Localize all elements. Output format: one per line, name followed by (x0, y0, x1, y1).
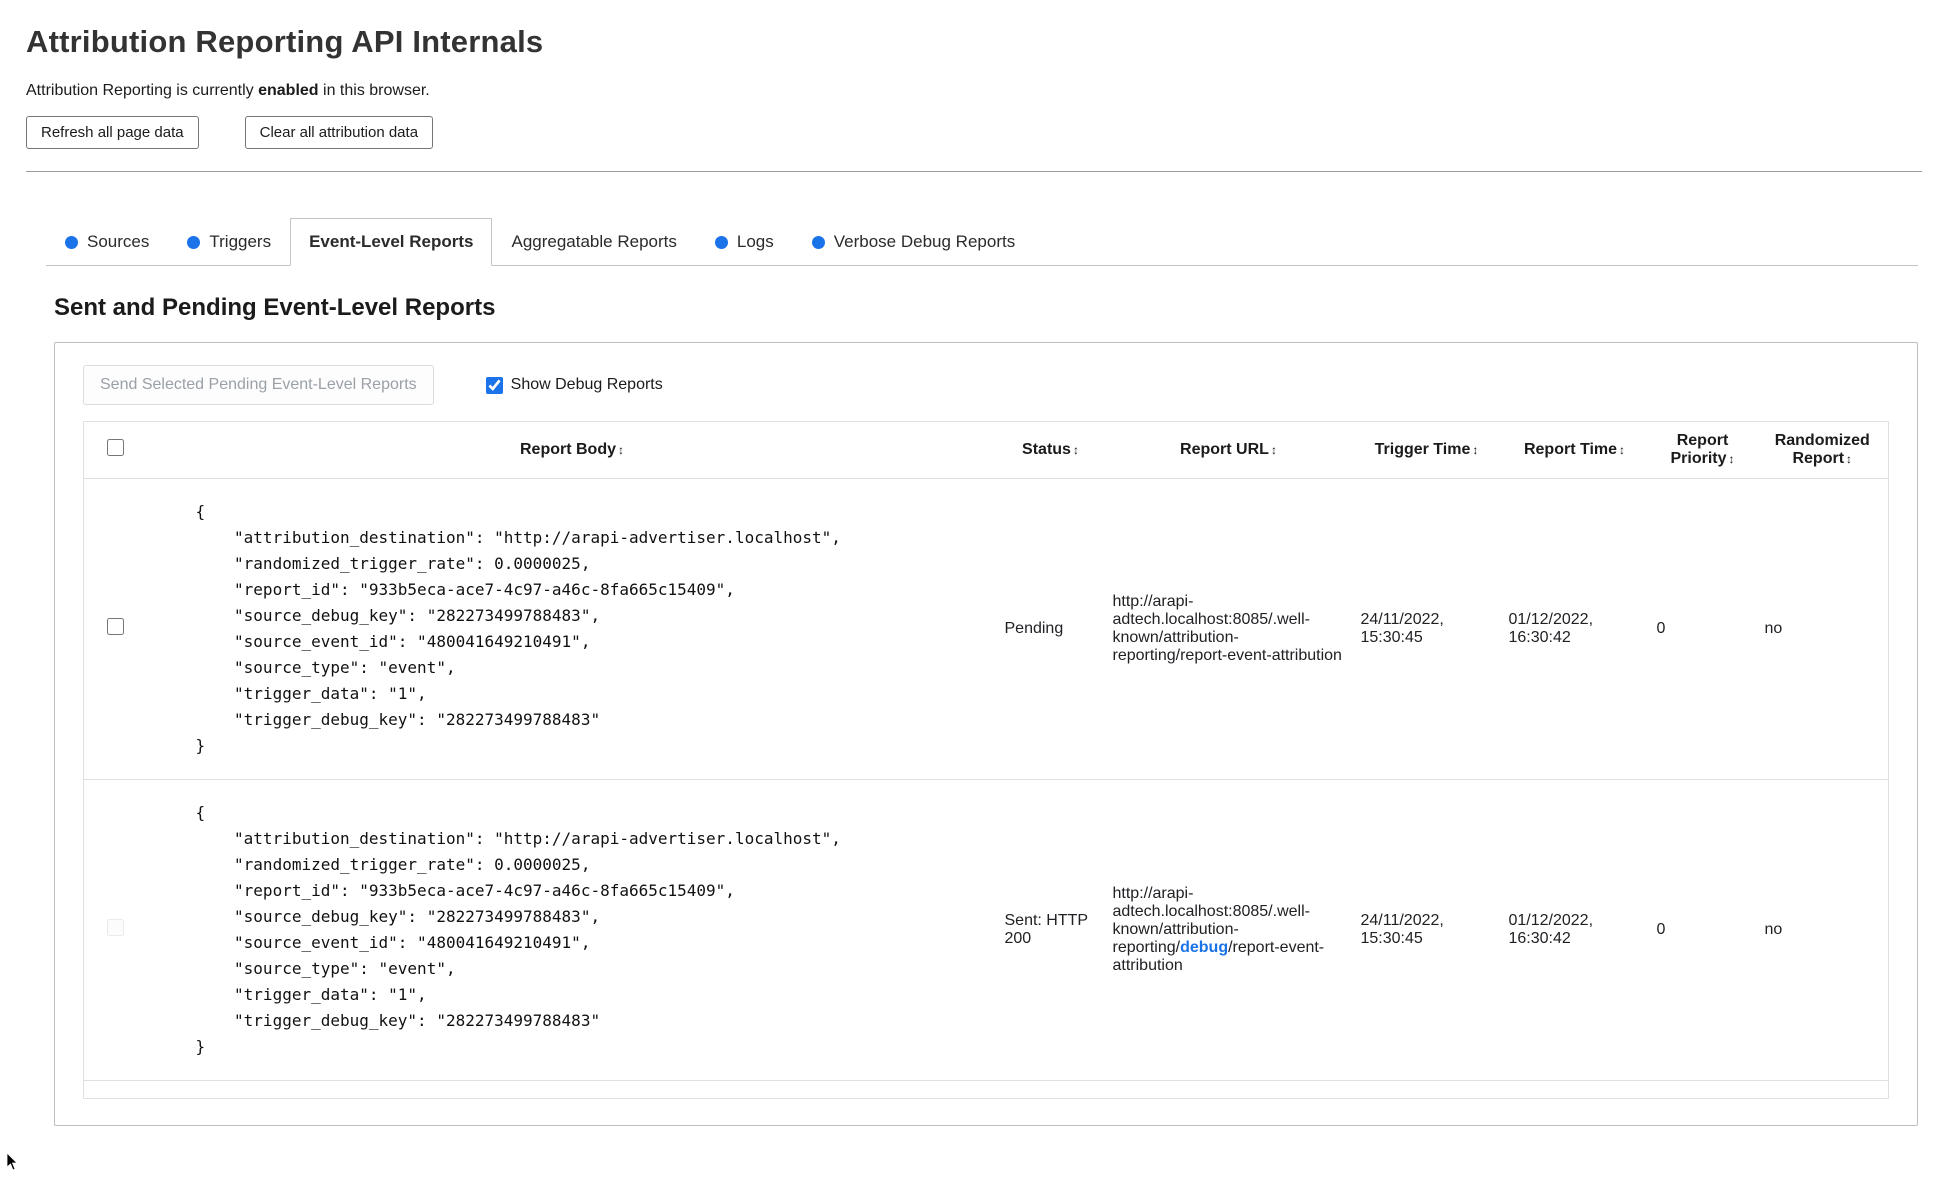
sort-icon: ↕ (1619, 443, 1626, 457)
tab-event-level-reports-label: Event-Level Reports (309, 232, 474, 251)
status-suffix: in this browser. (318, 82, 430, 99)
attribution-internals-page: Attribution Reporting API Internals Attr… (0, 0, 1948, 1126)
randomized-report: no (1756, 478, 1889, 780)
table-footer-spacer (83, 1080, 1889, 1099)
report-time: 01/12/2022, 16:30:42 (1500, 779, 1649, 1081)
tab-triggers[interactable]: Triggers (168, 218, 290, 266)
report-status: Pending (996, 478, 1105, 780)
tab-logs[interactable]: Logs (696, 218, 793, 266)
triggers-status-dot-icon (187, 235, 201, 249)
tab-verbose-debug-reports-label: Verbose Debug Reports (833, 232, 1016, 251)
mouse-cursor-icon (6, 1152, 18, 1171)
row-select-checkbox-disabled (107, 919, 125, 936)
report-controls: Send Selected Pending Event-Level Report… (83, 365, 1889, 405)
page-title: Attribution Reporting API Internals (26, 24, 544, 59)
status-text: Attribution Reporting is currently enabl… (26, 82, 1922, 100)
tab-sources[interactable]: Sources (46, 218, 168, 266)
verbose-status-dot-icon (811, 235, 825, 249)
row-select-cell (83, 478, 148, 780)
col-header-report-time[interactable]: Report Time ↕ (1501, 422, 1649, 479)
debug-link[interactable]: debug (1180, 939, 1228, 956)
report-body-cell: { "attribution_destination": "http://ara… (147, 478, 997, 780)
report-body-json: { "attribution_destination": "http://ara… (195, 502, 841, 755)
send-selected-button[interactable]: Send Selected Pending Event-Level Report… (83, 365, 434, 405)
table-header-row: Report Body ↕ Status ↕ Report URL ↕ Trigger… (84, 422, 1889, 479)
sort-icon: ↕ (1846, 452, 1853, 466)
report-priority: 0 (1648, 779, 1757, 1081)
randomized-report: no (1756, 779, 1889, 1081)
col-label-report-body: Report Body (520, 441, 616, 458)
status-enabled: enabled (258, 82, 319, 99)
sort-icon: ↕ (1072, 443, 1079, 457)
select-all-checkbox[interactable] (107, 439, 125, 456)
tab-strip: Sources Triggers Event-Level Reports Agg… (46, 218, 1918, 266)
tab-event-level-reports[interactable]: Event-Level Reports (290, 218, 493, 266)
sort-icon: ↕ (1270, 443, 1277, 457)
sources-status-dot-icon (65, 235, 78, 249)
sort-icon: ↕ (1728, 452, 1735, 466)
report-row-pending: { "attribution_destination": "http://ara… (83, 478, 1889, 780)
row-select-cell (83, 779, 148, 1081)
col-label-report-time: Report Time (1523, 441, 1618, 458)
show-debug-checkbox[interactable] (485, 376, 503, 394)
report-priority: 0 (1648, 478, 1757, 780)
tab-aggregatable-reports[interactable]: Aggregatable Reports (492, 218, 695, 266)
show-debug-control[interactable]: Show Debug Reports (485, 376, 663, 394)
tab-triggers-label: Triggers (209, 232, 272, 251)
report-url: http://arapi-adtech.localhost:8085/.well… (1104, 478, 1353, 780)
report-body-cell: { "attribution_destination": "http://ara… (147, 779, 997, 1081)
logs-status-dot-icon (714, 235, 728, 249)
reports-panel: Send Selected Pending Event-Level Report… (54, 342, 1918, 1126)
report-time: 01/12/2022, 16:30:42 (1500, 478, 1649, 780)
report-url-text: http://arapi-adtech.localhost:8085/.well… (1112, 593, 1342, 664)
report-url: http://arapi-adtech.localhost:8085/.well… (1104, 779, 1353, 1081)
sort-icon: ↕ (1472, 443, 1479, 457)
reports-table: Report Body ↕ Status ↕ Report URL ↕ Trigger… (83, 421, 1889, 1099)
report-row-sent: { "attribution_destination": "http://ara… (83, 779, 1889, 1081)
select-all-cell (84, 422, 148, 479)
clear-all-button[interactable]: Clear all attribution data (244, 116, 434, 149)
tab-logs-label: Logs (736, 232, 774, 251)
report-status: Sent: HTTP 200 (996, 779, 1105, 1081)
event-level-reports-panel-area: Sent and Pending Event-Level Reports Sen… (54, 294, 1918, 1126)
tab-aggregatable-reports-label: Aggregatable Reports (511, 232, 677, 251)
trigger-time: 24/11/2022, 15:30:45 (1352, 478, 1501, 780)
report-body-json: { "attribution_destination": "http://ara… (195, 803, 841, 1056)
section-heading: Sent and Pending Event-Level Reports (54, 294, 496, 321)
top-button-row: Refresh all page data Clear all attribut… (26, 116, 1922, 149)
tab-verbose-debug-reports[interactable]: Verbose Debug Reports (793, 218, 1034, 266)
tab-sources-label: Sources (87, 232, 150, 251)
col-header-report-priority[interactable]: Report Priority ↕ (1649, 422, 1757, 479)
divider (26, 171, 1922, 172)
show-debug-label: Show Debug Reports (510, 376, 663, 393)
col-label-trigger-time: Trigger Time (1374, 441, 1471, 458)
col-label-status: Status (1022, 441, 1071, 458)
row-select-checkbox[interactable] (107, 618, 125, 635)
col-label-report-priority: Report Priority (1670, 432, 1729, 467)
sort-icon: ↕ (618, 443, 624, 457)
col-header-trigger-time[interactable]: Trigger Time ↕ (1353, 422, 1501, 479)
status-prefix: Attribution Reporting is currently (26, 82, 259, 99)
col-header-report-url[interactable]: Report URL ↕ (1105, 422, 1353, 479)
col-label-randomized-report: Randomized Report (1774, 432, 1870, 467)
col-label-report-url: Report URL (1180, 441, 1269, 458)
col-header-randomized-report[interactable]: Randomized Report ↕ (1757, 422, 1889, 479)
trigger-time: 24/11/2022, 15:30:45 (1352, 779, 1501, 1081)
col-header-status[interactable]: Status ↕ (997, 422, 1105, 479)
col-header-report-body[interactable]: Report Body ↕ (148, 422, 997, 479)
refresh-all-button[interactable]: Refresh all page data (26, 116, 199, 149)
